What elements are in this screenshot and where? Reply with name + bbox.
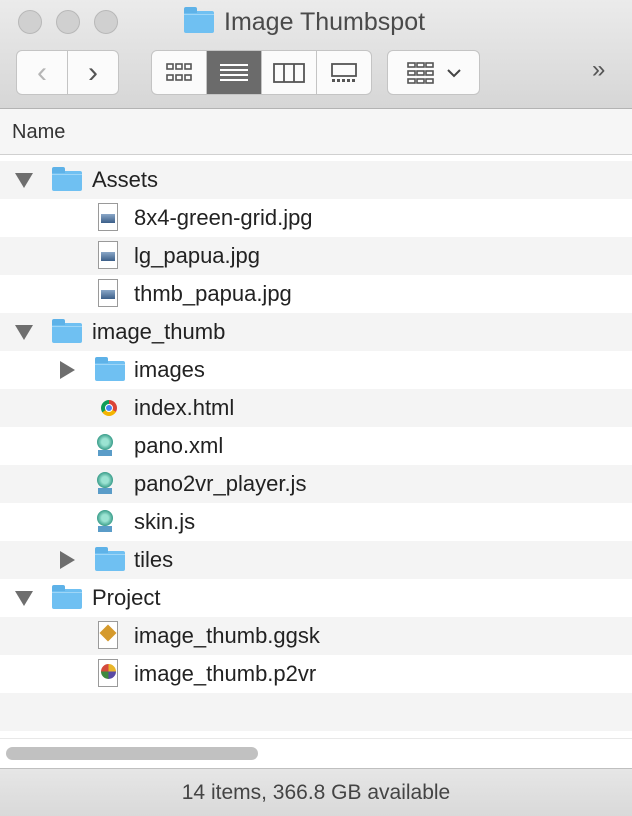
window-title: Image Thumbspot xyxy=(184,6,425,38)
folder-icon xyxy=(95,357,125,381)
column-view-button[interactable] xyxy=(262,51,317,94)
back-button[interactable]: ‹ xyxy=(17,51,68,94)
disclosure-triangle-expanded-icon[interactable] xyxy=(15,325,33,340)
gallery-icon xyxy=(331,62,357,82)
zoom-window-button[interactable] xyxy=(94,10,118,34)
list-item[interactable]: image_thumb xyxy=(0,313,632,351)
list-item[interactable]: pano2vr_player.js xyxy=(0,465,632,503)
status-text: 14 items, 366.8 GB available xyxy=(181,780,451,804)
list-item[interactable]: Assets xyxy=(0,161,632,199)
image-file-icon xyxy=(98,203,118,231)
file-list: Assets 8x4-green-grid.jpg lg_papua.jpg t… xyxy=(0,161,632,731)
text-file-icon xyxy=(96,431,116,459)
finder-window: Image Thumbspot ‹ › » Name Assets 8x4-gr… xyxy=(0,0,632,816)
empty-row xyxy=(0,693,632,731)
status-bar: 14 items, 366.8 GB available xyxy=(0,768,632,816)
column-header-label: Name xyxy=(12,121,66,143)
folder-icon xyxy=(184,7,214,33)
chevron-right-icon: › xyxy=(88,55,98,89)
gallery-view-button[interactable] xyxy=(317,51,371,94)
minimize-window-button[interactable] xyxy=(56,10,80,34)
list-item-label: Assets xyxy=(92,167,159,192)
forward-button[interactable]: › xyxy=(68,51,118,94)
list-item[interactable]: images xyxy=(0,351,632,389)
text-file-icon xyxy=(96,469,116,497)
horizontal-scrollbar[interactable] xyxy=(0,738,632,767)
folder-icon xyxy=(52,585,82,609)
list-item-label: tiles xyxy=(134,547,174,572)
list-item[interactable]: skin.js xyxy=(0,503,632,541)
name-column-header[interactable]: Name xyxy=(0,109,632,155)
list-icon xyxy=(220,63,248,81)
list-item-label: 8x4-green-grid.jpg xyxy=(134,205,313,230)
list-item[interactable]: 8x4-green-grid.jpg xyxy=(0,199,632,237)
arrange-grid-icon xyxy=(406,61,434,84)
chrome-html-file-icon xyxy=(101,400,117,416)
list-item[interactable]: pano.xml xyxy=(0,427,632,465)
disclosure-triangle-collapsed-icon[interactable] xyxy=(60,361,75,379)
list-item-label: index.html xyxy=(134,395,235,420)
folder-icon xyxy=(52,319,82,343)
list-item-label: lg_papua.jpg xyxy=(134,243,261,268)
scrollbar-thumb[interactable] xyxy=(6,747,258,760)
disclosure-triangle-collapsed-icon[interactable] xyxy=(60,551,75,569)
icon-view-button[interactable] xyxy=(152,51,207,94)
image-file-icon xyxy=(98,279,118,307)
list-item[interactable]: index.html xyxy=(0,389,632,427)
list-item[interactable]: tiles xyxy=(0,541,632,579)
list-view-button[interactable] xyxy=(207,51,262,94)
list-item[interactable]: image_thumb.ggsk xyxy=(0,617,632,655)
arrange-button[interactable] xyxy=(387,50,480,95)
list-item[interactable]: thmb_papua.jpg xyxy=(0,275,632,313)
disclosure-triangle-expanded-icon[interactable] xyxy=(15,173,33,188)
pano-project-file-icon xyxy=(98,659,118,687)
more-toolbar-items-button[interactable]: » xyxy=(592,56,605,84)
columns-icon xyxy=(273,62,305,83)
list-item[interactable]: Project xyxy=(0,579,632,617)
toolbar: Image Thumbspot ‹ › » xyxy=(0,0,632,109)
list-item-label: thmb_papua.jpg xyxy=(134,281,292,306)
image-file-icon xyxy=(98,241,118,269)
list-item-label: image_thumb.p2vr xyxy=(134,661,317,686)
list-item-label: Project xyxy=(92,585,161,610)
folder-icon xyxy=(52,167,82,191)
view-mode-buttons xyxy=(151,50,372,95)
list-item-label: pano.xml xyxy=(134,433,224,458)
text-file-icon xyxy=(96,507,116,535)
double-chevron-right-icon: » xyxy=(592,56,605,83)
list-item-label: images xyxy=(134,357,205,382)
list-item-label: skin.js xyxy=(134,509,196,534)
disclosure-triangle-expanded-icon[interactable] xyxy=(15,591,33,606)
list-item-label: image_thumb xyxy=(92,319,226,344)
list-item[interactable]: image_thumb.p2vr xyxy=(0,655,632,693)
navigation-buttons: ‹ › xyxy=(16,50,119,95)
close-window-button[interactable] xyxy=(18,10,42,34)
list-item[interactable]: lg_papua.jpg xyxy=(0,237,632,275)
window-title-text: Image Thumbspot xyxy=(224,7,426,36)
folder-icon xyxy=(95,547,125,571)
list-item-label: pano2vr_player.js xyxy=(134,471,307,496)
chevron-left-icon: ‹ xyxy=(37,55,47,89)
skin-file-icon xyxy=(98,621,118,649)
list-item-label: image_thumb.ggsk xyxy=(134,623,320,648)
icon-grid-icon xyxy=(166,62,192,81)
chevron-down-icon xyxy=(446,68,461,77)
